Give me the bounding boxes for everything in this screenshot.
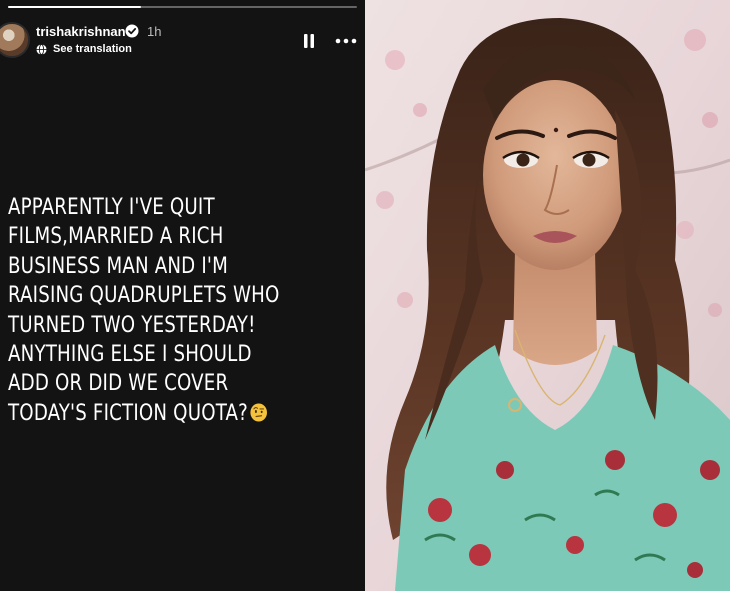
raised-eyebrow-emoji-icon <box>250 403 267 422</box>
story-line: BUSINESS MAN AND I'M <box>8 253 228 279</box>
instagram-story: trishakrishnan 1h See translation APPARE… <box>0 0 365 591</box>
story-line: FILMS,MARRIED A RICH <box>8 224 224 250</box>
more-options-icon[interactable] <box>334 34 358 48</box>
see-translation-label: See translation <box>53 43 132 55</box>
story-line: RAISING QUADRUPLETS WHO <box>8 283 280 309</box>
story-progress-fill <box>8 6 141 8</box>
portrait-illustration <box>365 0 730 591</box>
story-line-text: TODAY'S FICTION QUOTA? <box>8 400 248 426</box>
post-time: 1h <box>147 24 162 39</box>
pause-icon[interactable] <box>300 32 318 50</box>
story-line: ANYTHING ELSE I SHOULD <box>8 342 252 368</box>
globe-icon <box>36 44 47 55</box>
verified-badge-icon <box>125 24 139 38</box>
screenshot-composite: trishakrishnan 1h See translation APPARE… <box>0 0 730 591</box>
story-message: APPARENTLY I'VE QUIT FILMS,MARRIED A RIC… <box>8 193 360 428</box>
story-line: APPARENTLY I'VE QUIT <box>8 195 215 220</box>
username[interactable]: trishakrishnan <box>36 24 126 39</box>
bindi <box>553 127 559 133</box>
story-line-last: TODAY'S FICTION QUOTA? <box>8 399 332 428</box>
story-header: trishakrishnan 1h See translation <box>0 18 365 62</box>
story-line: TURNED TWO YESTERDAY! <box>8 312 256 338</box>
story-progress-bar <box>8 6 357 8</box>
avatar[interactable] <box>0 22 30 58</box>
story-line: ADD OR DID WE COVER <box>8 371 229 397</box>
portrait-photo <box>365 0 730 591</box>
